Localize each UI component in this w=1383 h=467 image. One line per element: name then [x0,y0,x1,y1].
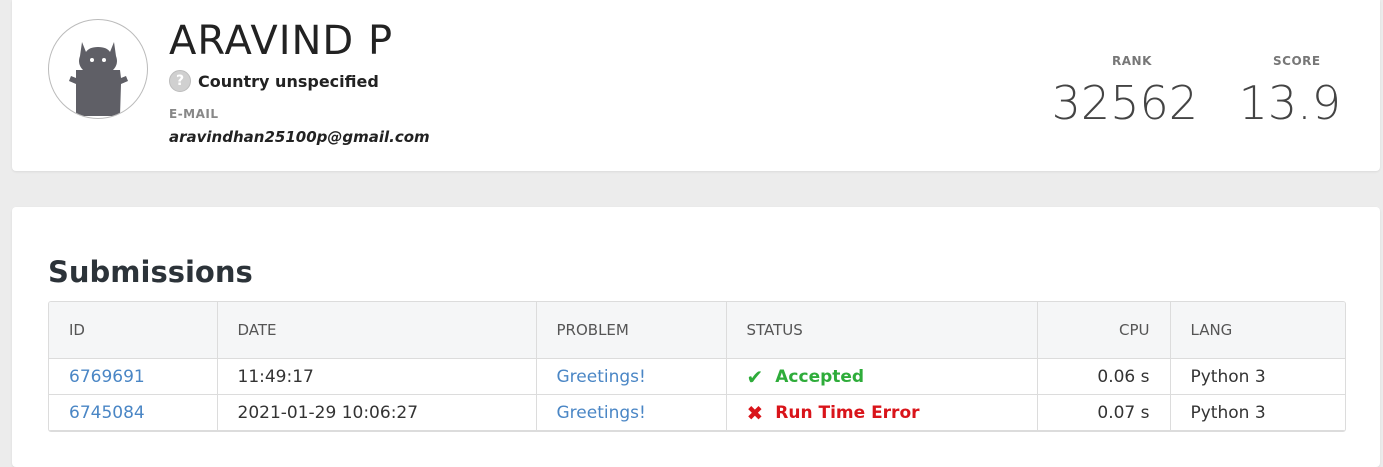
language: Python 3 [1170,358,1345,395]
submission-date: 11:49:17 [217,358,537,395]
country-row: ? Country unspecified [169,70,379,92]
status-label: Run Time Error [775,402,920,423]
status-badge: ✔ Accepted [747,365,865,389]
column-header-id[interactable]: ID [49,302,218,359]
cat-silhouette-icon [69,42,128,116]
question-mark-icon: ? [169,70,191,92]
language: Python 3 [1170,394,1345,431]
rank-value: 32562 [1051,76,1198,130]
column-header-cpu[interactable]: CPU [1037,302,1171,359]
avatar [48,19,148,119]
submissions-card: Submissions ID DATE PROBLEM STATUS CPU L… [12,207,1380,467]
column-header-problem[interactable]: PROBLEM [536,302,727,359]
table-header-row: ID DATE PROBLEM STATUS CPU LANG [49,302,1345,359]
email-value: aravindhan25100p@gmail.com [169,128,430,146]
table-row: 6769691 11:49:17 Greetings! ✔ Accepted 0… [49,358,1345,395]
column-header-status[interactable]: STATUS [726,302,1038,359]
cpu-time: 0.07 s [1037,394,1171,431]
score-value: 13.9 [1238,76,1341,130]
problem-link[interactable]: Greetings! [557,403,646,423]
email-label: E-MAIL [169,107,219,121]
submission-date: 2021-01-29 10:06:27 [217,394,537,431]
column-header-lang[interactable]: LANG [1170,302,1345,359]
submissions-table: ID DATE PROBLEM STATUS CPU LANG 6769691 … [48,301,1346,432]
submission-id-link[interactable]: 6745084 [69,403,145,423]
rank-label: RANK [1112,54,1152,68]
table-row: 6745084 2021-01-29 10:06:27 Greetings! ✖… [49,394,1345,431]
submission-id-link[interactable]: 6769691 [69,367,145,387]
profile-name: ARAVIND P [169,18,394,64]
column-header-date[interactable]: DATE [217,302,537,359]
cross-icon: ✖ [746,400,764,425]
profile-card: ARAVIND P ? Country unspecified E-MAIL a… [12,0,1380,171]
cpu-time: 0.06 s [1037,358,1171,395]
score-label: SCORE [1273,54,1321,68]
country-label: Country unspecified [198,71,379,91]
status-badge: ✖ Run Time Error [747,401,920,425]
submissions-title: Submissions [48,255,253,289]
check-icon: ✔ [746,364,764,389]
problem-link[interactable]: Greetings! [557,367,646,387]
status-label: Accepted [775,366,865,387]
